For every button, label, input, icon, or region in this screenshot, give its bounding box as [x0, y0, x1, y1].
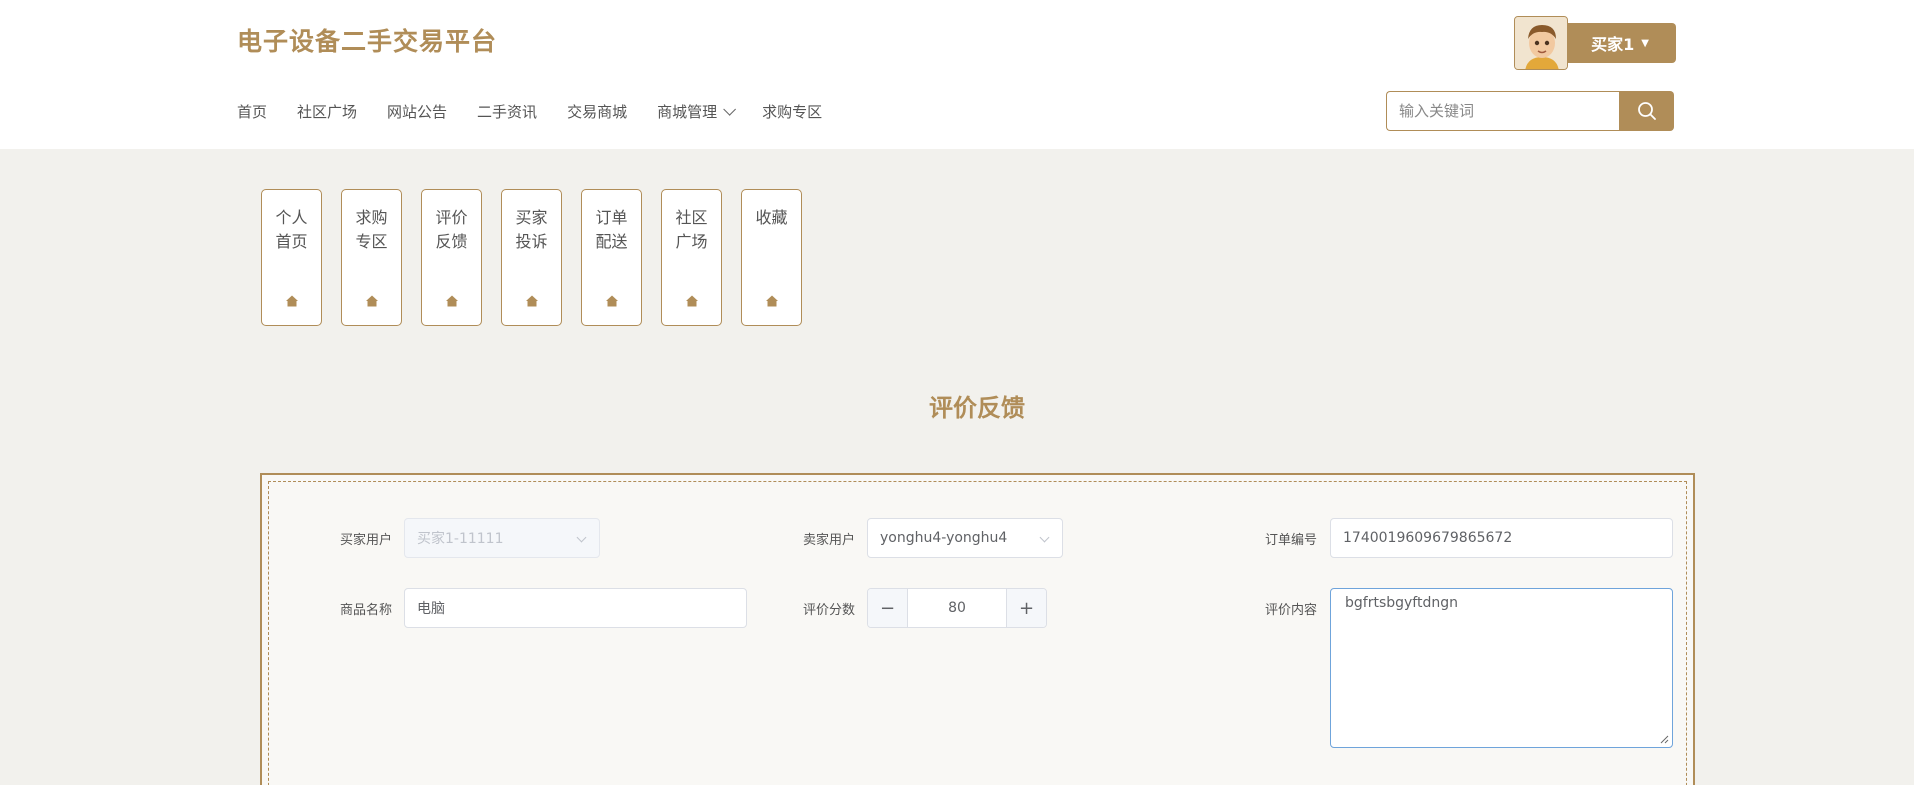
seller-select[interactable]: yonghu4-yonghu4	[867, 518, 1063, 558]
card-complaints[interactable]: 买家投诉	[501, 189, 562, 326]
decrease-button[interactable]: −	[868, 589, 908, 627]
search-button[interactable]	[1619, 91, 1674, 131]
content-value: bgfrtsbgyftdngn	[1345, 595, 1458, 611]
chevron-down-icon	[576, 532, 587, 543]
card-delivery[interactable]: 订单配送	[581, 189, 642, 326]
card-wanted[interactable]: 求购专区	[341, 189, 402, 326]
buyer-value: 买家1-11111	[417, 531, 504, 547]
product-name-input[interactable]: 电脑	[404, 588, 747, 628]
quick-cards: 个人首页 求购专区 评价反馈 买家投诉 订单配送 社区广场 收藏	[261, 189, 821, 326]
home-icon	[605, 295, 618, 307]
home-icon	[365, 295, 378, 307]
search-icon	[1637, 102, 1656, 120]
home-icon	[765, 295, 778, 307]
card-profile[interactable]: 个人首页	[261, 189, 322, 326]
seller-value: yonghu4-yonghu4	[880, 530, 1008, 546]
order-number-value: 1740019609679865672	[1343, 530, 1513, 546]
caret-down-icon: ▼	[1641, 37, 1649, 49]
chevron-down-icon	[1039, 532, 1050, 543]
search-bar	[1386, 91, 1674, 131]
increase-button[interactable]: +	[1006, 589, 1046, 627]
card-feedback[interactable]: 评价反馈	[421, 189, 482, 326]
resize-handle-icon[interactable]	[1659, 734, 1669, 744]
search-input[interactable]	[1386, 91, 1619, 131]
card-label: 订单配送	[595, 208, 628, 251]
home-icon	[685, 295, 698, 307]
buyer-label: 买家用户	[339, 533, 392, 548]
nav-mall[interactable]: 交易商城	[567, 101, 627, 122]
score-stepper[interactable]: − 80 +	[867, 588, 1047, 628]
score-value[interactable]: 80	[908, 589, 1006, 627]
buyer-select: 买家1-11111	[404, 518, 600, 558]
product-name-label: 商品名称	[339, 603, 392, 618]
nav-mall-management[interactable]: 商城管理	[657, 101, 737, 122]
nav-announcements[interactable]: 网站公告	[387, 101, 447, 122]
content-textarea[interactable]: bgfrtsbgyftdngn	[1330, 588, 1673, 748]
nav-home[interactable]: 首页	[237, 101, 267, 122]
page-title: 评价反馈	[929, 394, 1025, 422]
card-label: 收藏	[755, 208, 788, 227]
nav-community[interactable]: 社区广场	[297, 101, 357, 122]
avatar-icon	[1515, 17, 1567, 69]
home-icon	[525, 295, 538, 307]
card-label: 评价反馈	[435, 208, 468, 251]
user-name: 买家1	[1591, 35, 1635, 54]
chevron-down-icon	[723, 103, 737, 116]
avatar[interactable]	[1514, 16, 1568, 70]
nav-wanted[interactable]: 求购专区	[762, 101, 822, 122]
card-label: 求购专区	[355, 208, 388, 251]
home-icon	[285, 295, 298, 307]
nav-news[interactable]: 二手资讯	[477, 101, 537, 122]
content-label: 评价内容	[1264, 603, 1317, 618]
site-title[interactable]: 电子设备二手交易平台	[237, 22, 497, 58]
order-number-label: 订单编号	[1264, 533, 1317, 548]
user-dropdown-button[interactable]: 买家1 ▼	[1564, 23, 1676, 63]
card-favorites[interactable]: 收藏	[741, 189, 802, 326]
product-name-value: 电脑	[417, 601, 445, 617]
card-community[interactable]: 社区广场	[661, 189, 722, 326]
score-label: 评价分数	[802, 603, 855, 618]
home-icon	[445, 295, 458, 307]
card-label: 买家投诉	[515, 208, 548, 251]
order-number-input[interactable]: 1740019609679865672	[1330, 518, 1673, 558]
card-label: 社区广场	[675, 208, 708, 251]
nav-mall-management-label: 商城管理	[657, 103, 718, 121]
seller-label: 卖家用户	[802, 533, 855, 548]
main-nav: 首页 社区广场 网站公告 二手资讯 交易商城 商城管理 求购专区	[237, 101, 852, 122]
feedback-form: 买家用户 买家1-11111 卖家用户 yonghu4-yonghu4 订单编号…	[260, 473, 1695, 785]
user-menu[interactable]: 买家1 ▼	[1514, 16, 1676, 70]
card-label: 个人首页	[275, 208, 308, 251]
site-header: 电子设备二手交易平台 买家1 ▼ 首页 社区广场 网站公告 二手资讯 交易商城 …	[0, 0, 1914, 149]
